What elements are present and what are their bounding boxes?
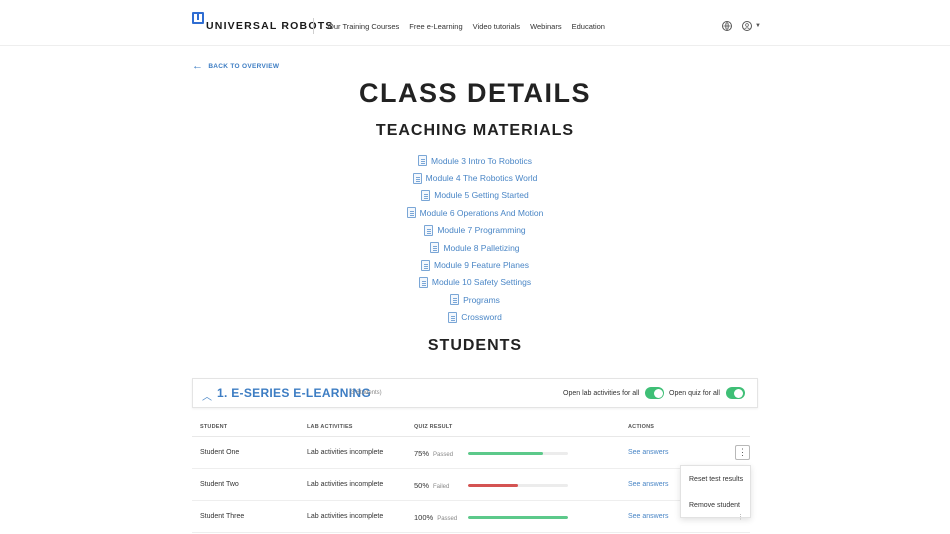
nav-webinars[interactable]: Webinars [530,22,562,31]
quiz-progress-fill [468,516,568,519]
back-link-label: BACK TO OVERVIEW [208,62,280,70]
class-title[interactable]: 1. E-SERIES E-LEARNING [217,386,371,400]
arrow-left-icon: ← [192,60,204,72]
user-icon[interactable] [742,21,752,31]
material-label: Module 10 Safety Settings [431,277,532,288]
material-link[interactable]: Programs [0,291,950,308]
quiz-percent: 75% [414,449,430,458]
quiz-result: 100% Passed [414,513,457,522]
material-label: Module 9 Feature Planes [434,260,529,271]
header-icons: ▼ [722,21,761,31]
remove-student-item[interactable]: Remove student [689,502,740,509]
table-row: Student One Lab activities incomplete 75… [192,437,750,469]
quiz-status: Passed [437,516,458,522]
document-icon [412,172,422,184]
material-link[interactable]: Module 8 Palletizing [0,239,950,256]
toggle-quiz-switch[interactable] [725,387,745,399]
toggle-lab-switch[interactable] [645,387,665,399]
material-label: Module 7 Programming [437,225,526,236]
material-label: Module 5 Getting Started [434,190,529,201]
quiz-progress-fill [468,484,518,487]
material-link[interactable]: Module 10 Safety Settings [0,274,950,291]
see-answers-link[interactable]: See answers [628,481,668,488]
toggle-quiz-group: Open quiz for all [669,387,745,399]
material-link[interactable]: Module 3 Intro To Robotics [0,152,950,169]
chevron-down-icon[interactable]: ▼ [755,23,761,29]
document-icon [421,259,430,271]
col-header-lab-activities: LAB ACTIVITIES [307,424,353,430]
material-label: Crossword [461,312,502,323]
quiz-progress-bar [468,484,568,487]
student-name: Student Three [200,513,245,520]
table-row: Student Two Lab activities incomplete 50… [192,469,750,501]
material-link[interactable]: Module 5 Getting Started [0,187,950,204]
teaching-materials-heading: TEACHING MATERIALS [375,122,575,139]
quiz-percent: 100% [414,513,434,522]
teaching-materials-list: Module 3 Intro To Robotics Module 4 The … [0,152,950,326]
col-header-quiz-result: QUIZ RESULT [414,424,453,430]
material-link[interactable]: Module 9 Feature Planes [0,256,950,273]
table-row: Student Three Lab activities incomplete … [192,501,750,533]
material-link[interactable]: Crossword [0,309,950,326]
nav-education[interactable]: Education [572,22,605,31]
row-actions-menu: Reset test results Remove student [680,465,751,518]
student-name: Student One [200,449,240,456]
more-options-icon[interactable]: ⋮ [737,513,744,521]
more-options-button[interactable]: ⋮ [735,445,750,460]
toggle-lab-label: Open lab activities for all [563,389,640,397]
toggle-quiz-label: Open quiz for all [669,389,720,397]
col-header-actions: ACTIONS [628,424,655,430]
back-to-overview-link[interactable]: ← BACK TO OVERVIEW [192,60,280,72]
material-link[interactable]: Module 7 Programming [0,222,950,239]
main-nav: Our Training Courses Free e-Learning Vid… [328,22,605,31]
ur-logo-mark-icon [192,12,204,24]
globe-icon[interactable] [722,21,732,31]
see-answers-link[interactable]: See answers [628,513,668,520]
quiz-result: 75% Passed [414,449,453,458]
quiz-progress-fill [468,452,543,455]
quiz-status: Passed [433,452,454,458]
material-label: Module 3 Intro To Robotics [431,155,532,166]
students-heading: STUDENTS [427,337,523,354]
lab-status: Lab activities incomplete [307,449,384,456]
material-label: Module 4 The Robotics World [425,173,538,184]
document-icon [450,294,460,306]
material-label: Module 8 Palletizing [443,242,520,253]
quiz-progress-bar [468,516,568,519]
quiz-percent: 50% [414,481,430,490]
quiz-result: 50% Failed [414,481,449,490]
page-title: CLASS DETAILS [358,78,591,108]
brand-name: UNIVERSAL ROBOTS [206,20,334,32]
document-icon [430,242,440,254]
nav-our-training-courses[interactable]: Our Training Courses [328,22,399,31]
chevron-up-icon[interactable]: ︿ [202,388,212,403]
document-icon [418,155,428,167]
student-count: (3 Students) [349,390,382,396]
see-answers-link[interactable]: See answers [628,449,668,456]
top-header: UNIVERSAL ROBOTS Our Training Courses Fr… [0,0,950,46]
document-icon [421,189,431,201]
document-icon [406,207,416,219]
document-icon [418,276,428,288]
toggle-lab-group: Open lab activities for all [563,387,665,399]
document-icon [448,311,458,323]
material-label: Module 6 Operations And Motion [419,207,544,218]
reset-test-results-item[interactable]: Reset test results [689,476,743,483]
material-link[interactable]: Module 4 The Robotics World [0,169,950,186]
student-name: Student Two [200,481,239,488]
document-icon [424,224,434,236]
class-panel-header: ︿ 1. E-SERIES E-LEARNING (3 Students) Op… [192,378,758,408]
material-label: Programs [463,294,500,305]
quiz-progress-bar [468,452,568,455]
quiz-status: Failed [433,484,450,490]
lab-status: Lab activities incomplete [307,481,384,488]
nav-free-e-learning[interactable]: Free e-Learning [409,22,462,31]
header-divider [313,18,314,34]
material-link[interactable]: Module 6 Operations And Motion [0,204,950,221]
nav-video-tutorials[interactable]: Video tutorials [473,22,520,31]
col-header-student: STUDENT [200,424,228,430]
lab-status: Lab activities incomplete [307,513,384,520]
